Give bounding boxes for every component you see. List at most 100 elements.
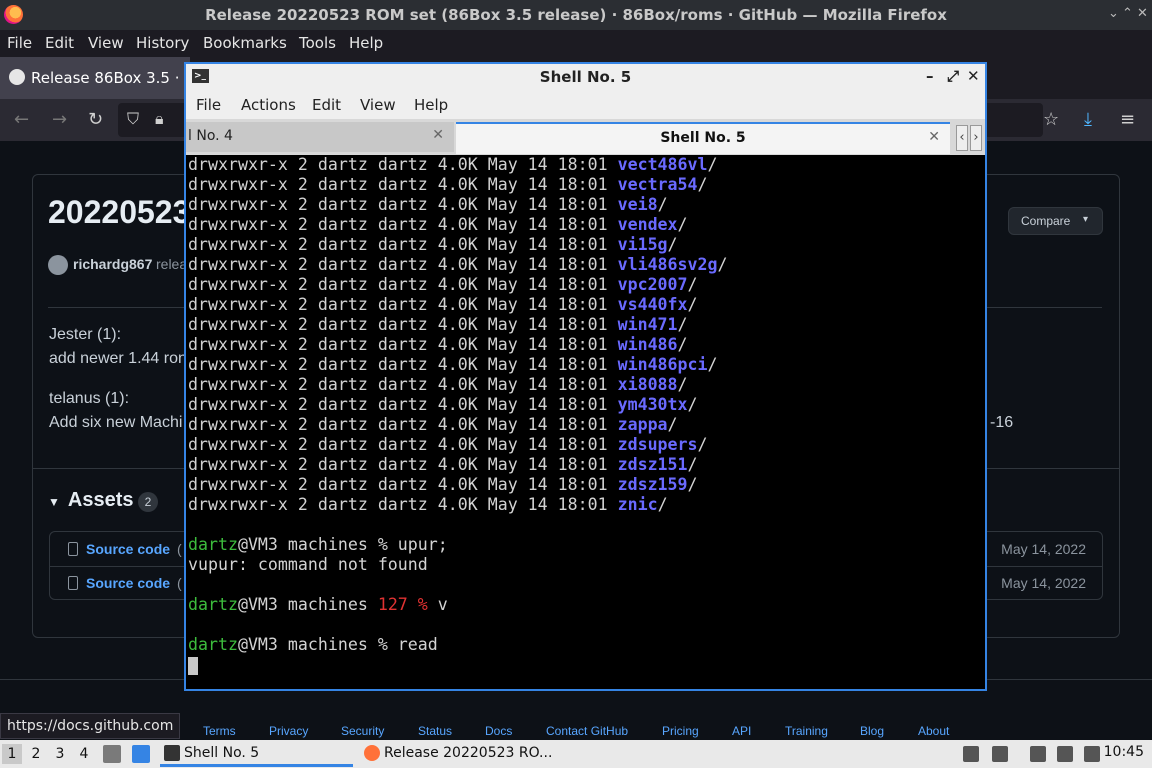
workspace-1[interactable]: 1 — [2, 744, 22, 764]
file-permissions: drwxrwxr-x 2 dartz dartz 4.0K May 14 18:… — [188, 155, 618, 174]
shield-icon[interactable]: ⛉ — [127, 109, 139, 129]
bookmark-star-icon[interactable]: ☆ — [1043, 109, 1059, 130]
listing-line: drwxrwxr-x 2 dartz dartz 4.0K May 14 18:… — [188, 195, 983, 215]
close-icon[interactable]: ✕ — [1137, 6, 1148, 21]
workspace-2[interactable]: 2 — [26, 744, 46, 764]
footer-link-api[interactable]: API — [732, 724, 751, 738]
taskbar: 1 2 3 4 Shell No. 5 Release 20220523 RO.… — [0, 740, 1152, 768]
footer-link-terms[interactable]: Terms — [203, 724, 236, 738]
directory-name: vectra54 — [617, 175, 698, 194]
listing-line: drwxrwxr-x 2 dartz dartz 4.0K May 14 18:… — [188, 255, 983, 275]
author-link[interactable]: richardg867 — [73, 256, 152, 272]
volume-icon[interactable] — [992, 746, 1008, 762]
tab-label: Shell No. 5 — [660, 130, 746, 146]
back-icon[interactable]: ← — [14, 109, 29, 130]
path-slash: / — [657, 195, 668, 214]
close-tab-icon[interactable]: ✕ — [432, 127, 444, 143]
close-icon[interactable]: ✕ — [967, 67, 980, 85]
download-icon[interactable]: ⤓ — [1084, 109, 1092, 130]
minimize-icon[interactable]: – — [926, 67, 934, 85]
menu-file[interactable]: File — [7, 34, 32, 52]
prompt-host: @VM3 machines — [237, 595, 378, 614]
workspace-3[interactable]: 3 — [50, 744, 70, 764]
tab-shell-5[interactable]: Shell No. 5 ✕ — [456, 122, 950, 154]
compare-label: Compare — [1021, 214, 1071, 228]
footer-link-status[interactable]: Status — [418, 724, 452, 738]
close-tab-icon[interactable]: ✕ — [928, 129, 940, 145]
command: v — [427, 595, 448, 614]
text-cursor — [188, 656, 198, 675]
term-menu-actions[interactable]: Actions — [241, 96, 296, 114]
footer-link-docs[interactable]: Docs — [485, 724, 512, 738]
workspace-4[interactable]: 4 — [74, 744, 94, 764]
asset-link[interactable]: Source code — [86, 541, 170, 557]
footer-link-contact[interactable]: Contact GitHub — [546, 724, 628, 738]
listing-line: drwxrwxr-x 2 dartz dartz 4.0K May 14 18:… — [188, 215, 983, 235]
minimize-icon[interactable]: ⌄ — [1108, 6, 1119, 21]
footer-link-blog[interactable]: Blog — [860, 724, 884, 738]
directory-name: vli486sv2g — [617, 255, 718, 274]
file-permissions: drwxrwxr-x 2 dartz dartz 4.0K May 14 18:… — [188, 355, 618, 374]
directory-name: win486 — [617, 335, 678, 354]
prompt-line: dartz@VM3 machines % read — [188, 635, 983, 655]
task-shell[interactable]: Shell No. 5 — [160, 741, 353, 767]
directory-name: win471 — [617, 315, 678, 334]
notification-icon[interactable] — [1084, 746, 1100, 762]
term-menu-view[interactable]: View — [360, 96, 396, 114]
menu-icon[interactable]: ≡ — [1120, 109, 1135, 130]
error-line: vupur: command not found — [188, 555, 428, 574]
terminal-output[interactable]: drwxrwxr-x 2 dartz dartz 4.0K May 14 18:… — [188, 155, 983, 689]
avatar[interactable] — [48, 255, 68, 275]
listing-line: drwxrwxr-x 2 dartz dartz 4.0K May 14 18:… — [188, 235, 983, 255]
release-meta: relea — [156, 256, 188, 272]
tab-scroll-right-icon[interactable]: › — [970, 125, 982, 151]
assets-heading[interactable]: ▼ Assets — [48, 489, 134, 512]
path-slash: / — [687, 475, 698, 494]
tab-shell-4[interactable]: l No. 4 ✕ — [186, 122, 454, 152]
compare-button[interactable]: Compare ▾ — [1008, 207, 1103, 235]
task-firefox[interactable]: Release 20220523 RO... — [360, 741, 560, 767]
command: % read — [377, 635, 438, 654]
tab-github-release[interactable]: Release 86Box 3.5 · — [0, 57, 190, 99]
terminal-titlebar[interactable]: >_ Shell No. 5 – ⤢ ✕ — [186, 64, 985, 91]
maximize-icon[interactable]: ⤢ — [947, 67, 959, 85]
asset-link[interactable]: Source code — [86, 575, 170, 591]
upload-icon[interactable] — [963, 746, 979, 762]
release-title: 20220523 — [48, 194, 191, 230]
listing-line: drwxrwxr-x 2 dartz dartz 4.0K May 14 18:… — [188, 335, 983, 355]
firefox-titlebar: Release 20220523 ROM set (86Box 3.5 rele… — [0, 0, 1152, 30]
maximize-icon[interactable]: ⌃ — [1122, 6, 1133, 21]
assets-title: Assets — [67, 489, 134, 511]
network-icon[interactable] — [1057, 746, 1073, 762]
menu-help[interactable]: Help — [349, 34, 383, 52]
term-menu-edit[interactable]: Edit — [312, 96, 341, 114]
telanus-note: Add six new Machi — [49, 414, 183, 431]
forward-icon[interactable]: → — [52, 109, 67, 130]
path-slash: / — [667, 235, 678, 254]
show-desktop-icon[interactable] — [132, 745, 150, 763]
footer-link-privacy[interactable]: Privacy — [269, 724, 308, 738]
task-label: Shell No. 5 — [184, 745, 260, 761]
tab-scroll-left-icon[interactable]: ‹ — [956, 125, 968, 151]
footer-link-training[interactable]: Training — [785, 724, 828, 738]
listing-line: drwxrwxr-x 2 dartz dartz 4.0K May 14 18:… — [188, 175, 983, 195]
footer-link-pricing[interactable]: Pricing — [662, 724, 699, 738]
menu-edit[interactable]: Edit — [45, 34, 74, 52]
file-manager-icon[interactable] — [103, 745, 121, 763]
prompt-line: dartz@VM3 machines 127 % v — [188, 595, 983, 615]
prompt-line: dartz@VM3 machines % upur; — [188, 535, 983, 555]
footer-link-about[interactable]: About — [918, 724, 949, 738]
terminal-icon — [164, 745, 180, 761]
clipboard-icon[interactable] — [1030, 746, 1046, 762]
lock-icon[interactable]: 🔒︎ — [155, 109, 164, 129]
asset-date: May 14, 2022 — [1001, 575, 1086, 591]
menu-view[interactable]: View — [88, 34, 124, 52]
term-menu-file[interactable]: File — [196, 96, 221, 114]
menu-tools[interactable]: Tools — [299, 34, 336, 52]
reload-icon[interactable]: ↻ — [88, 109, 103, 130]
directory-name: win486pci — [617, 355, 708, 374]
term-menu-help[interactable]: Help — [414, 96, 448, 114]
footer-link-security[interactable]: Security — [341, 724, 384, 738]
menu-history[interactable]: History — [136, 34, 189, 52]
menu-bookmarks[interactable]: Bookmarks — [203, 34, 287, 52]
